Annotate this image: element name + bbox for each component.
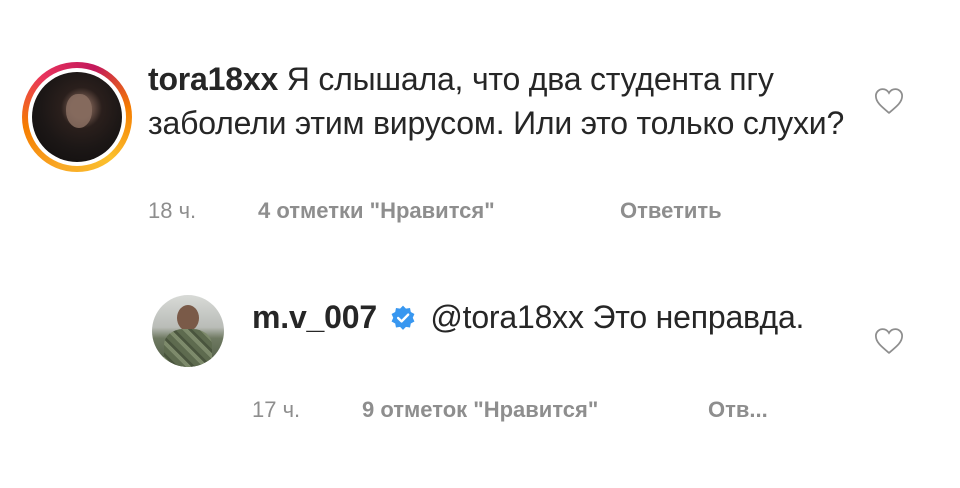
comment-item: m.v_007 @tora18xx Это неправда. 17 ч. 9 …	[0, 295, 960, 445]
comment-body: Это неправда.	[592, 299, 805, 335]
comments-page: tora18xx Я слышала, что два студента пгу…	[0, 0, 960, 488]
comment-username[interactable]: m.v_007	[252, 299, 377, 335]
likes-count-button[interactable]: 9 отметок "Нравится"	[362, 397, 708, 423]
comment-meta: 17 ч. 9 отметок "Нравится" Отв...	[252, 397, 768, 423]
comment-item: tora18xx Я слышала, что два студента пгу…	[0, 52, 960, 242]
comment-timestamp[interactable]: 17 ч.	[252, 397, 362, 423]
verified-badge-icon	[391, 305, 415, 330]
comment-text-block: tora18xx Я слышала, что два студента пгу…	[148, 57, 868, 145]
reply-button[interactable]: Ответить	[620, 198, 722, 224]
likes-count-button[interactable]: 4 отметки "Нравится"	[258, 198, 620, 224]
comment-username[interactable]: tora18xx	[148, 61, 278, 97]
comment-text-block: m.v_007 @tora18xx Это неправда.	[252, 295, 852, 339]
comment-timestamp[interactable]: 18 ч.	[148, 198, 258, 224]
comment-meta: 18 ч. 4 отметки "Нравится" Ответить	[148, 198, 722, 224]
heart-icon[interactable]	[874, 87, 904, 115]
reply-button[interactable]: Отв...	[708, 397, 768, 423]
mention-link[interactable]: @tora18xx	[430, 299, 584, 335]
heart-icon[interactable]	[874, 327, 904, 355]
avatar[interactable]	[32, 72, 122, 162]
avatar[interactable]	[152, 295, 224, 367]
